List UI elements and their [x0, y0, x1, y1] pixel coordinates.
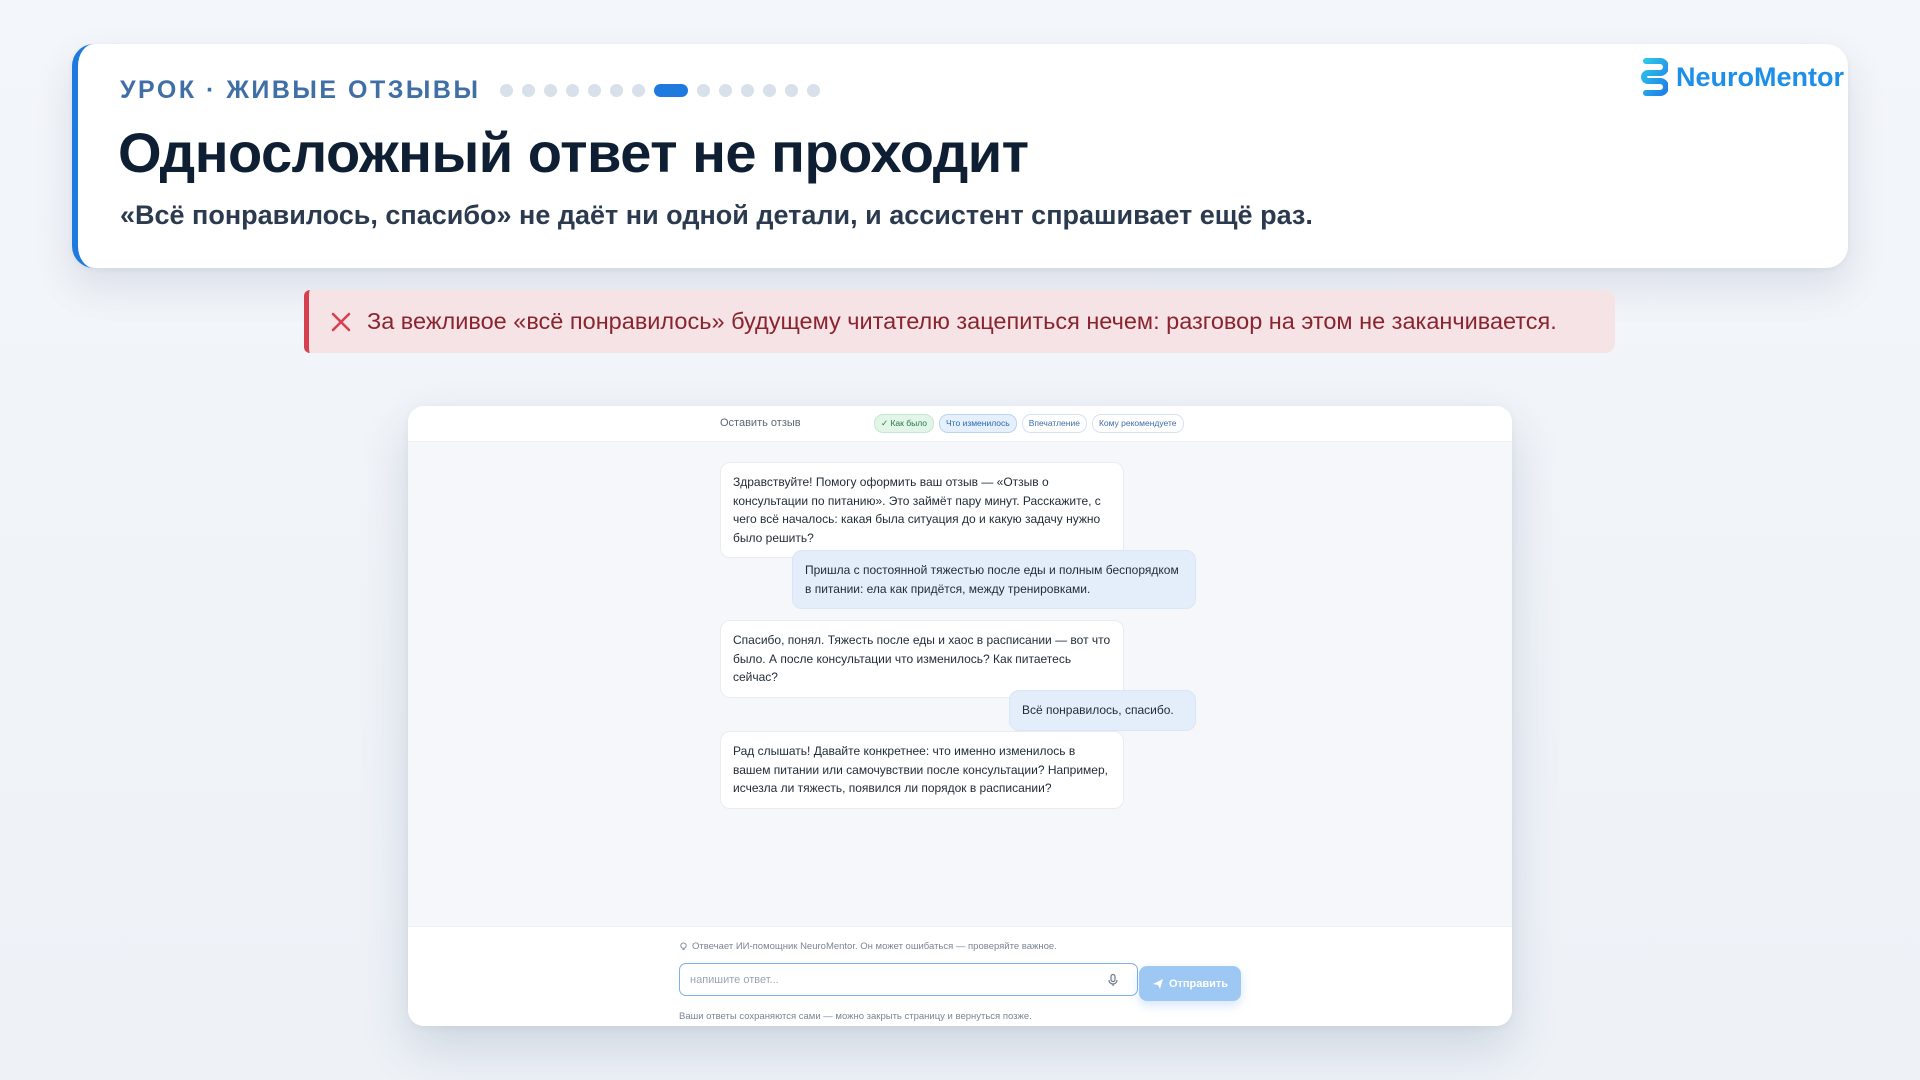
- neuromentor-logo-icon: [1641, 58, 1668, 96]
- review-chat-window: Оставить отзыв ✓ Как было Что изменилось…: [408, 406, 1512, 1026]
- bot-message: Спасибо, понял. Тяжесть после еды и хаос…: [720, 620, 1124, 698]
- progress-dot: [588, 84, 602, 97]
- step-chip[interactable]: Впечатление: [1021, 414, 1087, 433]
- lesson-eyebrow: УРОК · ЖИВЫЕ ОТЗЫВЫ: [120, 76, 821, 105]
- send-button-label: Отправить: [1168, 977, 1229, 990]
- error-callout: За вежливое «всё понравилось» будущему ч…: [304, 290, 1615, 353]
- progress-dot: [807, 84, 821, 97]
- progress-dot: [500, 84, 514, 97]
- lesson-title: Односложный ответ не проходит: [118, 121, 1029, 184]
- review-steps: ✓ Как было Что изменилось Впечатление Ко…: [874, 414, 1184, 433]
- progress-dot: [632, 84, 646, 97]
- chat-messages: Здравствуйте! Помогу оформить ваш отзыв …: [408, 442, 1512, 926]
- step-chip[interactable]: Что изменилось: [939, 414, 1017, 433]
- progress-dot: [544, 84, 558, 97]
- chat-footer: Отвечает ИИ-помощник NeuroMentor. Он мож…: [408, 926, 1512, 1026]
- user-message: Пришла с постоянной тяжестью после еды и…: [792, 550, 1196, 609]
- microphone-icon[interactable]: [1106, 973, 1120, 987]
- bot-message: Здравствуйте! Помогу оформить ваш отзыв …: [720, 462, 1124, 558]
- send-plane-icon: [1152, 978, 1163, 989]
- progress-dot: [763, 84, 777, 97]
- progress-dot-current: [654, 84, 689, 97]
- progress-dot: [697, 84, 711, 97]
- autosave-note: Ваши ответы сохраняются сами — можно зак…: [679, 1011, 1032, 1022]
- brand-name: NeuroMentor: [1676, 61, 1844, 92]
- progress-dot: [719, 84, 733, 97]
- user-message: Всё понравилось, спасибо.: [1009, 690, 1196, 731]
- close-x-icon: [331, 312, 351, 331]
- lesson-eyebrow-text: УРОК · ЖИВЫЕ ОТЗЫВЫ: [120, 76, 481, 104]
- lesson-progress-dots: [500, 84, 821, 97]
- bot-message: Рад слышать! Давайте конкретнее: что име…: [720, 731, 1124, 809]
- callout-text: За вежливое «всё понравилось» будущему ч…: [367, 308, 1557, 334]
- ai-disclaimer: Отвечает ИИ-помощник NeuroMentor. Он мож…: [679, 941, 1057, 952]
- step-chip[interactable]: Кому рекомендуете: [1091, 414, 1184, 433]
- lesson-header-card: УРОК · ЖИВЫЕ ОТЗЫВЫ Односложный ответ не…: [72, 44, 1848, 268]
- progress-dot: [610, 84, 624, 97]
- chat-topbar: Оставить отзыв ✓ Как было Что изменилось…: [408, 406, 1512, 442]
- chat-title: Оставить отзыв: [720, 417, 801, 429]
- progress-dot: [566, 84, 580, 97]
- step-chip[interactable]: ✓ Как было: [874, 414, 935, 433]
- answer-input[interactable]: [679, 963, 1138, 996]
- lesson-subtitle: «Всё понравилось, спасибо» не даёт ни од…: [120, 200, 1313, 230]
- progress-dot: [785, 84, 799, 97]
- brand-logo: NeuroMentor: [1638, 58, 1844, 96]
- progress-dot: [522, 84, 536, 97]
- send-button[interactable]: Отправить: [1139, 966, 1241, 1001]
- progress-dot: [741, 84, 755, 97]
- bulb-icon: [680, 942, 687, 950]
- ai-disclaimer-text: Отвечает ИИ-помощник NeuroMentor. Он мож…: [692, 941, 1057, 952]
